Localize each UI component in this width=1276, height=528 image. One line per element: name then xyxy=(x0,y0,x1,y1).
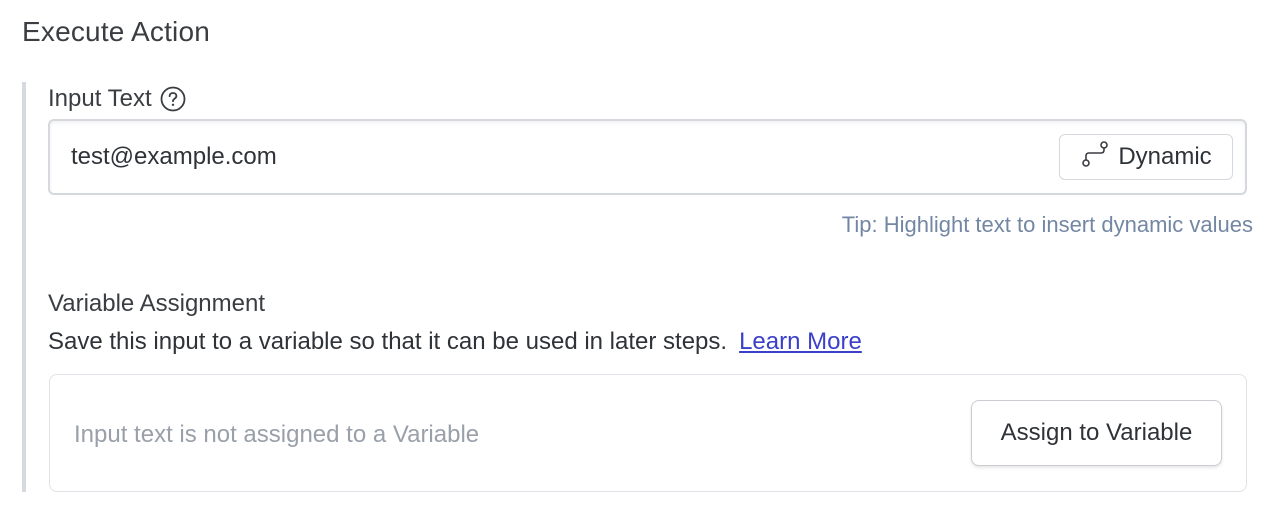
variable-status-text: Input text is not assigned to a Variable xyxy=(74,421,480,448)
variable-assignment-box: Input text is not assigned to a Variable… xyxy=(49,374,1247,492)
section-title: Execute Action xyxy=(22,16,211,47)
input-text-field[interactable]: test@example.com Dynamic xyxy=(48,119,1247,195)
input-text-value[interactable]: test@example.com xyxy=(71,143,277,171)
variable-assignment-description-text: Save this input to a variable so that it… xyxy=(48,328,728,355)
variable-assignment-description: Save this input to a variable so that it… xyxy=(48,328,862,356)
route-icon xyxy=(1080,139,1110,176)
input-text-label-row: Input Text xyxy=(48,84,186,114)
question-circle-icon[interactable] xyxy=(160,86,186,112)
input-text-label: Input Text xyxy=(48,85,152,112)
dynamic-values-tip: Tip: Highlight text to insert dynamic va… xyxy=(841,212,1253,237)
variable-assignment-title: Variable Assignment xyxy=(48,290,266,317)
learn-more-link[interactable]: Learn More xyxy=(739,328,862,355)
dynamic-button-label: Dynamic xyxy=(1118,143,1212,170)
dynamic-button[interactable]: Dynamic xyxy=(1059,134,1233,180)
execute-action-panel: Input Text test@example.com Dynamic Tip:… xyxy=(22,82,1256,492)
assign-to-variable-button[interactable]: Assign to Variable xyxy=(971,400,1222,466)
